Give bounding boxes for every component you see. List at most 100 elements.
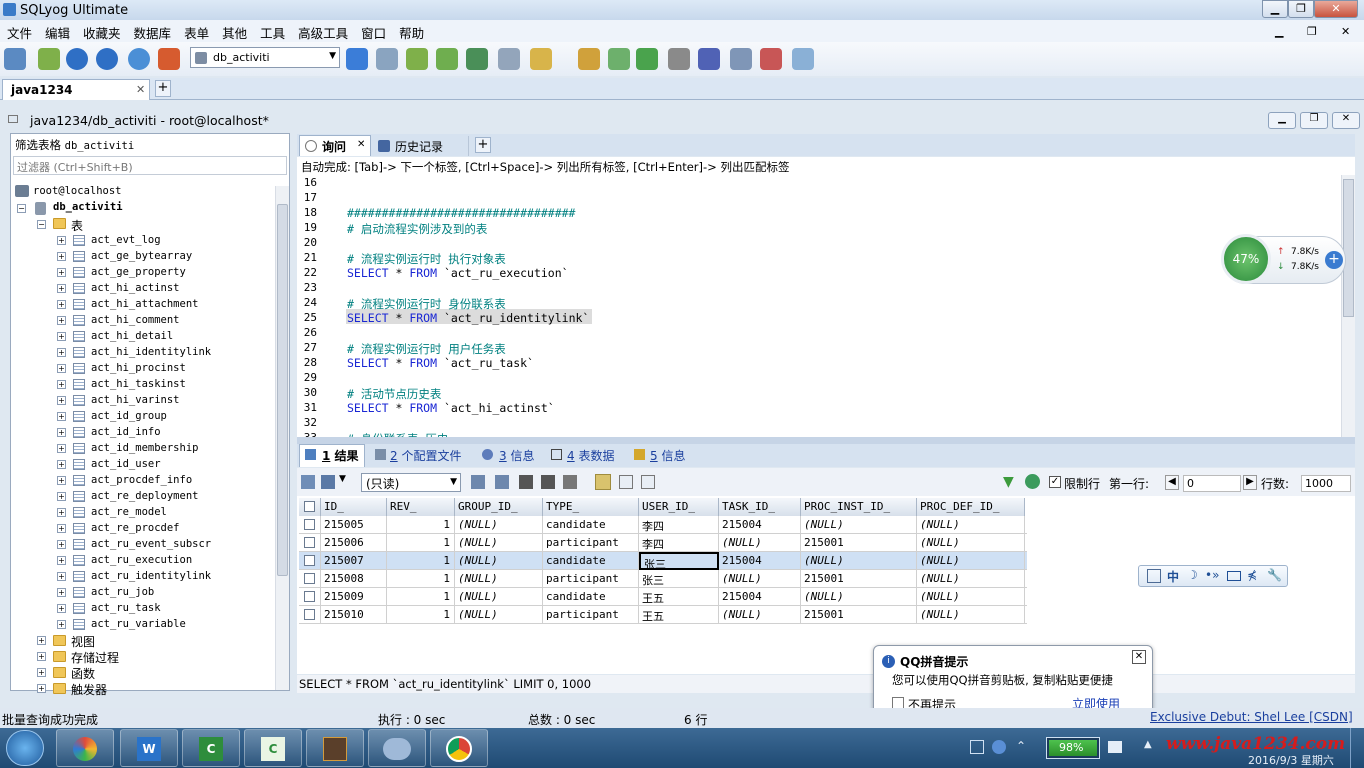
tree-table-item[interactable]: act_procdef_info (91, 474, 192, 486)
expand-icon[interactable]: + (57, 604, 66, 613)
tree-table-item[interactable]: act_ru_task (91, 602, 161, 614)
column-header[interactable]: PROC_DEF_ID_ (917, 498, 1025, 516)
limit-rows-checkbox[interactable]: ✓ (1049, 476, 1061, 488)
child-close-button[interactable]: ✕ (1332, 112, 1360, 129)
table-cell[interactable]: (NULL) (455, 552, 543, 570)
row-checkbox[interactable] (304, 573, 315, 584)
expand-icon[interactable]: + (57, 316, 66, 325)
taskbar-app-1[interactable] (56, 729, 114, 767)
chevron-down-icon[interactable]: ▼ (450, 477, 457, 487)
designer-icon[interactable] (730, 48, 752, 70)
tree-table-item[interactable]: act_ru_event_subscr (91, 538, 211, 550)
close-button[interactable]: ✕ (1314, 0, 1358, 18)
taskbar-sqlyog[interactable] (368, 729, 426, 767)
export-icon[interactable] (301, 475, 315, 489)
tree-scrollbar[interactable] (275, 186, 289, 690)
code-sql-statement[interactable]: SELECT * FROM `act_ru_task` (347, 356, 534, 370)
table-cell[interactable]: (NULL) (455, 606, 543, 624)
table-cell[interactable]: (NULL) (801, 516, 917, 534)
table-cell[interactable]: 1 (387, 516, 455, 534)
qq-popup-close-button[interactable]: ✕ (1132, 650, 1146, 664)
menu-window[interactable]: 窗口 (354, 20, 392, 42)
mdi-close-icon[interactable]: ✕ (1334, 22, 1356, 38)
row-checkbox[interactable] (304, 591, 315, 602)
tree-table-item[interactable]: act_id_membership (91, 442, 198, 454)
table-row[interactable]: 215006 1 (NULL) participant 李四 (NULL) 215001 (N… (299, 534, 1027, 552)
user-icon[interactable] (346, 48, 368, 70)
tree-table-item[interactable]: act_id_group (91, 410, 167, 422)
tree-table-item[interactable]: act_ru_variable (91, 618, 186, 630)
add-connection-tab-button[interactable]: + (155, 80, 171, 97)
database-select[interactable]: db_activiti ▼ (190, 47, 340, 68)
readonly-select[interactable]: (只读) ▼ (361, 473, 461, 492)
tab-profile-label[interactable]: 个配置文件 (401, 449, 461, 463)
expand-icon[interactable]: + (37, 636, 46, 645)
mdi-minimize-icon[interactable]: ▁ (1268, 22, 1289, 38)
table-row[interactable]: 215008 1 (NULL) participant 张三 (NULL) 215001 (N… (299, 570, 1027, 588)
table-cell[interactable]: 王五 (639, 588, 719, 606)
table-cell[interactable]: (NULL) (801, 552, 917, 570)
delete-icon[interactable] (541, 475, 555, 489)
expand-icon[interactable]: + (57, 460, 66, 469)
tree-table-item[interactable]: act_id_info (91, 426, 161, 438)
prev-page-button[interactable]: ◀ (1165, 475, 1179, 490)
tree-table-item[interactable]: act_hi_identitylink (91, 346, 211, 358)
filter-input[interactable]: 过滤器 (Ctrl+Shift+B) (13, 156, 287, 175)
tree-table-item[interactable]: act_id_user (91, 458, 161, 470)
table-cell[interactable]: 215004 (719, 588, 801, 606)
table-cell[interactable]: 1 (387, 552, 455, 570)
ime-mode-toggle[interactable]: 中 (1167, 568, 1179, 585)
tree-table-item[interactable]: act_ru_identitylink (91, 570, 211, 582)
tab-info-label[interactable]: 信息 (510, 449, 534, 463)
expand-icon[interactable]: + (57, 236, 66, 245)
tree-folder-item[interactable]: 触发器 (71, 681, 107, 698)
code-comment[interactable]: # 启动流程实例涉及到的表 (347, 221, 487, 237)
tree-table-item[interactable]: act_ru_execution (91, 554, 192, 566)
expand-icon[interactable]: + (57, 620, 66, 629)
sql-editor[interactable]: 16 17 18 ################################# 1… (297, 175, 1355, 446)
menu-tools[interactable]: 工具 (253, 20, 291, 42)
tab-query[interactable]: 询问 ✕ (299, 135, 371, 156)
expand-icon[interactable]: + (57, 524, 66, 533)
tree-table-item[interactable]: act_evt_log (91, 234, 161, 246)
cancel-icon[interactable] (563, 475, 577, 489)
expand-icon[interactable]: + (57, 252, 66, 261)
execute-all-icon[interactable] (96, 48, 118, 70)
table-cell[interactable]: (NULL) (917, 606, 1025, 624)
child-restore-button[interactable]: ❐ (1300, 112, 1328, 129)
text-view-icon[interactable] (641, 475, 655, 489)
tree-root[interactable]: root@localhost (33, 185, 122, 197)
collapse-icon[interactable]: − (37, 220, 46, 229)
table-cell[interactable]: (NULL) (719, 606, 801, 624)
expand-icon[interactable]: + (57, 508, 66, 517)
backup-icon[interactable] (578, 48, 600, 70)
minimize-button[interactable]: ▁ (1262, 0, 1288, 18)
table-cell[interactable]: 张三 (639, 552, 719, 571)
table-cell[interactable]: candidate (543, 516, 639, 534)
table-cell[interactable]: 1 (387, 606, 455, 624)
insert-icon[interactable] (406, 48, 428, 70)
export-icon[interactable] (792, 48, 814, 70)
expand-icon[interactable]: + (37, 684, 46, 693)
expand-icon[interactable]: + (57, 412, 66, 421)
code-comment[interactable]: # 流程实例运行时 执行对象表 (347, 251, 506, 267)
table-cell[interactable]: 215010 (321, 606, 387, 624)
row-selector[interactable] (299, 606, 321, 624)
menu-database[interactable]: 数据库 (127, 20, 178, 42)
tree-folder-item[interactable]: 视图 (71, 633, 95, 650)
restore-icon[interactable] (608, 48, 630, 70)
code-sql-statement[interactable]: SELECT * FROM `act_hi_actinst` (347, 401, 555, 415)
tree-table-item[interactable]: act_re_model (91, 506, 167, 518)
expand-icon[interactable]: + (57, 556, 66, 565)
connect-icon[interactable] (4, 48, 26, 70)
tree-folder-item[interactable]: 函数 (71, 665, 95, 682)
table-cell[interactable]: (NULL) (801, 588, 917, 606)
column-header[interactable]: PROC_INST_ID_ (801, 498, 917, 516)
expand-icon[interactable]: + (37, 652, 46, 661)
table-cell[interactable]: candidate (543, 588, 639, 606)
table-cell[interactable]: (NULL) (455, 516, 543, 534)
menu-table[interactable]: 表单 (177, 20, 215, 42)
table-cell[interactable]: 215006 (321, 534, 387, 552)
save-icon[interactable] (519, 475, 533, 489)
tree-table-item[interactable]: act_hi_detail (91, 330, 173, 342)
